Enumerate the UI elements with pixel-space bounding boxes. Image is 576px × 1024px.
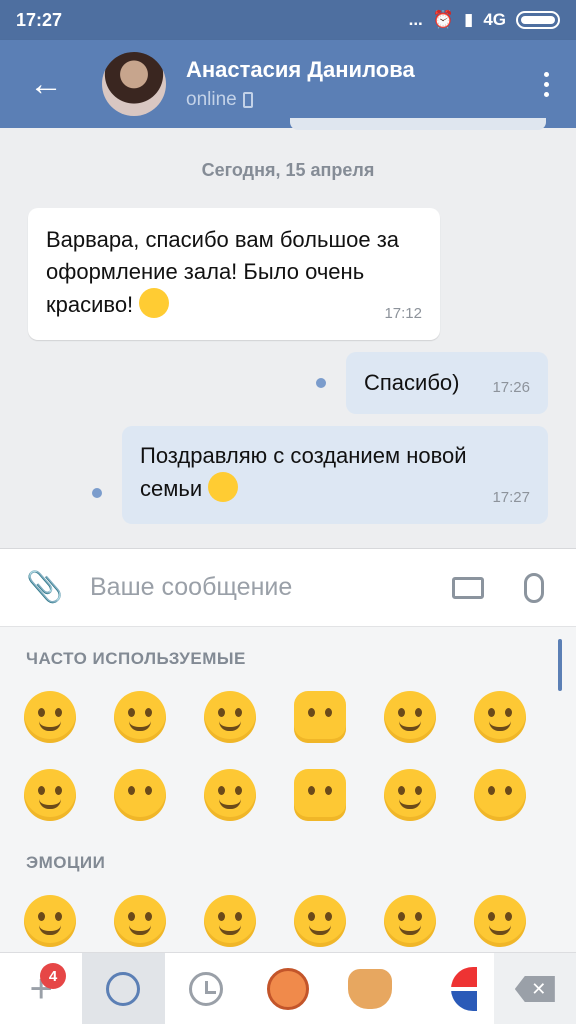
badge-count: 4: [40, 963, 66, 989]
outgoing-message[interactable]: Спасибо) 17:26: [346, 352, 548, 414]
heart-eyes-emoji[interactable]: [204, 769, 256, 821]
grin-emoji[interactable]: [24, 895, 76, 947]
emoji-icon: [106, 972, 141, 1006]
microphone-icon[interactable]: [524, 572, 544, 603]
tab-sticker-redhead[interactable]: [247, 953, 329, 1024]
tab-sticker-pepsi[interactable]: [411, 953, 493, 1024]
online-status: online: [186, 89, 237, 110]
status-time: 17:27: [16, 9, 63, 30]
tab-emoji[interactable]: [82, 953, 165, 1024]
scrollbar[interactable]: [558, 639, 562, 691]
recent-clock-icon: [188, 972, 223, 1006]
emoji-panel[interactable]: ЧАСТО ИСПОЛЬЗУЕМЫЕ ЭМОЦИИ: [0, 626, 576, 952]
contact-info[interactable]: Анастасия Данилова online: [186, 57, 415, 111]
arrow-left-icon[interactable]: ←: [0, 40, 92, 128]
kissing-face-heart-emoji: [208, 472, 239, 502]
message-text: Варвара, спасибо вам большое за оформлен…: [46, 227, 400, 317]
unread-dot: [92, 488, 102, 498]
message-time: 17:12: [384, 305, 422, 322]
status-icons: ... ⏰ ▮ 4G: [409, 10, 560, 30]
thumbs-up-emoji[interactable]: [294, 691, 346, 743]
battery-icon: [516, 11, 560, 29]
smiling-face-emoji: [139, 288, 170, 318]
tab-recent[interactable]: [165, 953, 247, 1024]
contact-name: Анастасия Данилова: [186, 57, 415, 82]
kissing-emoji[interactable]: [114, 769, 166, 821]
alarm-icon: ⏰: [432, 10, 454, 29]
clapping-hands-emoji[interactable]: [294, 769, 346, 821]
crying-emoji[interactable]: [474, 691, 526, 743]
smile-blush-emoji[interactable]: [24, 769, 76, 821]
rofl-emoji[interactable]: [384, 895, 436, 947]
smile-blush-emoji[interactable]: [204, 895, 256, 947]
incoming-message[interactable]: Варвара, спасибо вам большое за оформлен…: [28, 208, 440, 340]
sticker-pack-corgi-icon: [348, 969, 393, 1009]
kiss-heart-emoji[interactable]: [204, 691, 256, 743]
smiley-emoji[interactable]: [294, 895, 346, 947]
backspace-button[interactable]: ✕: [493, 953, 576, 1024]
rofl-emoji[interactable]: [24, 691, 76, 743]
paperclip-icon[interactable]: 📎: [0, 570, 90, 605]
more-vertical-icon[interactable]: [516, 71, 576, 97]
message-time: 17:27: [492, 489, 530, 506]
chat-header: ← Анастасия Данилова online: [0, 40, 576, 128]
emoji-row: [24, 691, 564, 743]
message-time: 17:26: [492, 379, 530, 396]
grinning-squint-emoji[interactable]: [114, 691, 166, 743]
mobile-phone-icon: [242, 92, 253, 108]
signal-icon: ▮: [463, 10, 474, 29]
section-title-frequent: ЧАСТО ИСПОЛЬЗУЕМЫЕ: [26, 649, 246, 668]
backspace-icon: ✕: [514, 976, 555, 1002]
previous-message-edge: [290, 118, 546, 130]
keyboard-icon[interactable]: [452, 576, 484, 599]
network-type: 4G: [483, 10, 506, 29]
pensive-emoji[interactable]: [384, 769, 436, 821]
avatar[interactable]: [102, 52, 166, 116]
message-list[interactable]: Сегодня, 15 апреля Варвара, спасибо вам …: [0, 118, 576, 548]
sticker-pack-redhead-icon: [266, 968, 309, 1010]
emoji-row: [24, 769, 564, 821]
message-text: Спасибо): [364, 370, 460, 395]
message-composer: 📎: [0, 548, 576, 626]
sticker-pack-pepsi-icon: [451, 967, 478, 1011]
notification-dots: ...: [408, 10, 423, 29]
tab-sticker-corgi[interactable]: [329, 953, 411, 1024]
emoji-row: [24, 895, 564, 947]
unread-dot: [316, 378, 326, 388]
wink-emoji[interactable]: [384, 691, 436, 743]
message-input[interactable]: [90, 573, 452, 602]
status-bar: 17:27 ... ⏰ ▮ 4G: [0, 0, 576, 40]
emoji-tab-bar: + 4 ✕: [0, 952, 576, 1024]
message-text: Поздравляю с созданием новой семьи: [140, 443, 467, 501]
grinning-squint-emoji[interactable]: [474, 895, 526, 947]
date-divider: Сегодня, 15 апреля: [201, 160, 375, 180]
kissing-smiling-eyes-emoji[interactable]: [474, 769, 526, 821]
section-title-emotions: ЭМОЦИИ: [26, 853, 106, 872]
contact-status: online: [186, 89, 415, 111]
outgoing-message[interactable]: Поздравляю с созданием новой семьи 17:27: [122, 426, 548, 524]
tab-add[interactable]: + 4: [0, 953, 82, 1024]
beaming-emoji[interactable]: [114, 895, 166, 947]
